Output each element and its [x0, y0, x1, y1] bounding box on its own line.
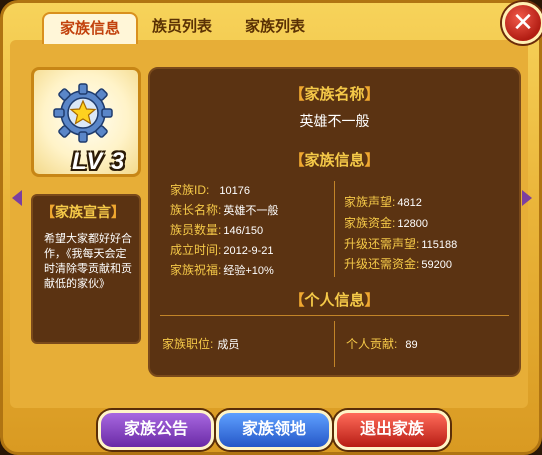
info-panel: 【家族名称】 英雄不一般 【家族信息】 家族ID: 10176 族长名称: 英雄不一… [148, 67, 521, 377]
clan-territory-button[interactable]: 家族领地 [216, 410, 332, 450]
declaration-title: 【家族宣言】 [41, 204, 125, 220]
tab-clan-list[interactable]: 家族列表 [233, 12, 317, 42]
clan-notice-button[interactable]: 家族公告 [98, 410, 214, 450]
arrow-right-icon[interactable] [520, 190, 532, 206]
info-divider [334, 181, 335, 277]
info-row-founded: 成立时间: 2012-9-21 [170, 243, 274, 257]
clan-name-title: 【家族名称】 [289, 86, 380, 103]
info-row-members: 族员数量: 146/150 [170, 223, 264, 237]
close-icon: ✕ [512, 7, 534, 37]
declaration-text: 希望大家都好好合作，《我每天会定时清除零贡献和贡献低的家伙》 [44, 233, 132, 290]
info-row-leader: 族长名称: 英雄不一般 [170, 203, 279, 217]
info-row-blessing: 家族祝福: 经验+10% [170, 263, 274, 277]
info-row-id: 家族ID: 10176 [170, 183, 250, 197]
close-button[interactable]: ✕ [502, 2, 542, 44]
declaration-box: 【家族宣言】 希望大家都好好合作，《我每天会定时清除零贡献和贡献低的家伙》 [31, 194, 141, 344]
tab-clan-info[interactable]: 家族信息 [42, 12, 138, 44]
clan-emblem: LV 3 [31, 67, 141, 177]
clan-name-value: 英雄不一般 [299, 113, 370, 129]
personal-contribution: 个人贡献: 89 [346, 337, 418, 351]
info-row-rep-needed: 升级还需声望: 115188 [344, 237, 458, 251]
info-row-reputation: 家族声望: 4812 [344, 195, 422, 209]
personal-position: 家族职位: 成员 [162, 337, 240, 351]
clan-level: LV 3 [72, 148, 126, 175]
gear-star-icon [53, 83, 113, 143]
clan-info-title: 【家族信息】 [289, 152, 380, 169]
personal-divider-top [160, 315, 509, 316]
personal-divider [334, 321, 335, 367]
quit-clan-button[interactable]: 退出家族 [334, 410, 450, 450]
arrow-left-icon[interactable] [12, 190, 24, 206]
personal-info-title: 【个人信息】 [289, 292, 380, 309]
info-row-funds: 家族资金: 12800 [344, 216, 428, 230]
tab-member-list[interactable]: 族员列表 [140, 12, 224, 42]
info-row-funds-needed: 升级还需资金: 59200 [344, 257, 452, 271]
